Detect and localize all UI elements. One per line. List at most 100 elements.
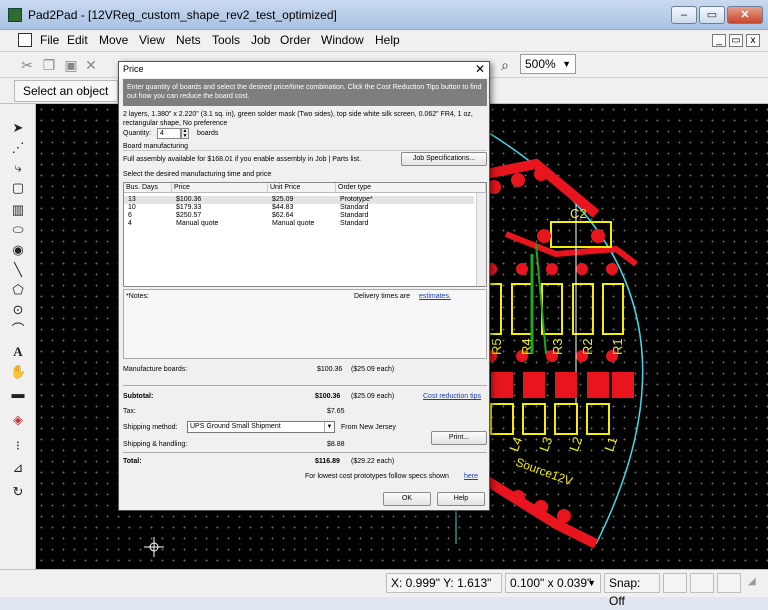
table-row[interactable]: 4 Manual quote Manual quote Standard (124, 220, 474, 228)
menu-view[interactable]: View (139, 33, 165, 47)
select-object-field[interactable]: Select an object (14, 80, 118, 102)
quantity-unit: boards (197, 130, 219, 137)
manufacture-label: Manufacture boards: (123, 366, 188, 373)
menu-nets[interactable]: Nets (176, 33, 201, 47)
tax-label: Tax: (123, 408, 136, 415)
shipping-method-select[interactable]: UPS Ground Small Shipment ▼ (187, 421, 335, 433)
shipping-label: Shipping method: (123, 424, 178, 431)
pad-icon[interactable]: ◉ (10, 242, 26, 258)
menu-window[interactable]: Window (321, 33, 364, 47)
minimize-button[interactable]: – (671, 6, 697, 24)
close-button[interactable]: ✕ (727, 6, 763, 24)
menu-bar: File Edit Move View Nets Tools Job Order… (0, 30, 768, 52)
copy-icon[interactable]: ❐ (40, 56, 58, 74)
divider (123, 385, 487, 386)
restore-button[interactable]: ▭ (699, 6, 725, 24)
led-outlines (490, 403, 610, 435)
job-specifications-button[interactable]: Job Specifications... (401, 152, 487, 166)
c2-label: C2 (570, 206, 587, 221)
quantity-stepper[interactable]: ▲ ▼ (181, 128, 189, 139)
ellipse-icon[interactable]: ⬭ (10, 222, 26, 238)
dialog-title-bar: Price ✕ (119, 62, 489, 78)
cost-reduction-tips-link[interactable]: Cost reduction tips (423, 392, 481, 401)
rectangle-icon[interactable]: ▢ (10, 180, 26, 196)
help-button[interactable]: Help (437, 492, 485, 506)
app-icon (8, 8, 22, 22)
hand-icon[interactable]: ✋ (10, 364, 26, 380)
hole-icon[interactable]: ⊙ (10, 302, 26, 318)
header-bus-days[interactable]: Bus. Days (124, 183, 172, 193)
r2-label: R2 (580, 338, 595, 355)
total-label: Total: (123, 458, 142, 465)
l1-label: L1 (601, 435, 620, 454)
dialog-close-button[interactable]: ✕ (475, 62, 485, 77)
menu-order[interactable]: Order (280, 33, 311, 47)
here-link[interactable]: here (464, 472, 478, 481)
green-trace (535, 243, 547, 355)
total-each: ($29.22 each) (351, 458, 395, 465)
chip-icon[interactable]: ▥ (10, 202, 26, 218)
ok-button[interactable]: OK (383, 492, 431, 506)
menu-file[interactable]: File (40, 33, 59, 47)
price-table: Bus. Days Price Unit Price Order type 13… (123, 182, 487, 287)
polygon-icon[interactable]: ⬠ (10, 282, 26, 298)
menu-tools[interactable]: Tools (212, 33, 240, 47)
mdi-minimize-button[interactable]: _ (712, 34, 726, 47)
table-row[interactable]: 6 $250.57 $62.64 Standard (124, 212, 474, 220)
divider (123, 452, 487, 453)
menu-move[interactable]: Move (99, 33, 128, 47)
layers-icon[interactable]: ◈ (10, 412, 26, 428)
grid-size-select[interactable]: 0.100" x 0.039" ▼ (505, 573, 601, 593)
mdi-restore-button[interactable]: ▭ (729, 34, 743, 47)
resistor-bodies (480, 283, 624, 335)
subtotal-each: ($25.09 each) (351, 393, 395, 400)
resize-grip-icon[interactable]: ◢ (744, 573, 766, 593)
notes-panel: *Notes: Delivery times are estimates. (123, 289, 487, 359)
estimates-link[interactable]: estimates. (419, 292, 451, 301)
menu-help[interactable]: Help (375, 33, 400, 47)
status-panel (663, 573, 687, 593)
header-unit-price[interactable]: Unit Price (268, 183, 336, 193)
chevron-down-icon: ▼ (324, 422, 334, 432)
upper-trace (504, 231, 638, 267)
measure-icon[interactable]: ⊿ (10, 460, 26, 476)
header-order-type[interactable]: Order type (336, 183, 486, 193)
rotate-icon[interactable]: ↻ (10, 484, 26, 500)
table-header: Bus. Days Price Unit Price Order type (124, 183, 486, 193)
quantity-input[interactable]: 4 (157, 128, 181, 139)
delivery-text: Delivery times are (354, 293, 411, 300)
mdi-close-button[interactable]: x (746, 34, 760, 47)
ruler-icon[interactable]: ▬ (10, 386, 26, 402)
arc-icon[interactable]: ⌒ (10, 322, 26, 338)
zoom-select[interactable]: 500% ▼ (520, 54, 576, 74)
pointer-icon[interactable]: ➤ (10, 120, 26, 136)
paste-icon[interactable]: ▣ (62, 56, 80, 74)
menu-job[interactable]: Job (251, 33, 270, 47)
subtotal-label: Subtotal: (123, 393, 154, 400)
source-label: Source12V (514, 455, 575, 488)
chevron-down-icon: ▼ (587, 578, 596, 588)
route-icon[interactable]: ⋰ (10, 140, 26, 156)
header-price[interactable]: Price (172, 183, 268, 193)
trace-icon[interactable]: ⤷ (10, 160, 26, 176)
table-scrollbar[interactable] (476, 193, 486, 286)
left-toolbar: ➤ ⋰ ⤷ ▢ ▥ ⬭ ◉ ╲ ⬠ ⊙ ⌒ A ✋ ▬ ◈ ⁝ ⊿ ↻ (0, 104, 36, 569)
menu-edit[interactable]: Edit (67, 33, 88, 47)
zoom-icon[interactable]: ⌕ (496, 56, 514, 74)
cut-icon[interactable]: ✂ (18, 56, 36, 74)
notes-label: *Notes: (126, 293, 149, 300)
select-prompt: Select the desired manufacturing time an… (123, 171, 272, 178)
grid-icon[interactable]: ⁝ (10, 438, 26, 454)
subtotal-price: $100.36 (315, 393, 341, 400)
shipping-from: From New Jersey (341, 424, 396, 431)
text-icon[interactable]: A (10, 344, 26, 360)
snap-status[interactable]: Snap: Off (604, 573, 660, 608)
line-icon[interactable]: ╲ (10, 262, 26, 278)
l2-label: L2 (566, 435, 585, 454)
assembly-note: Full assembly available for $168.01 if y… (123, 156, 361, 163)
table-row[interactable]: 10 $179.33 $44.83 Standard (124, 204, 474, 212)
delete-icon[interactable]: ✕ (82, 56, 100, 74)
print-button[interactable]: Print... (431, 431, 487, 445)
l4-label: L4 (506, 435, 525, 454)
table-row[interactable]: 13 $100.36 $25.09 Prototype* (124, 196, 474, 204)
